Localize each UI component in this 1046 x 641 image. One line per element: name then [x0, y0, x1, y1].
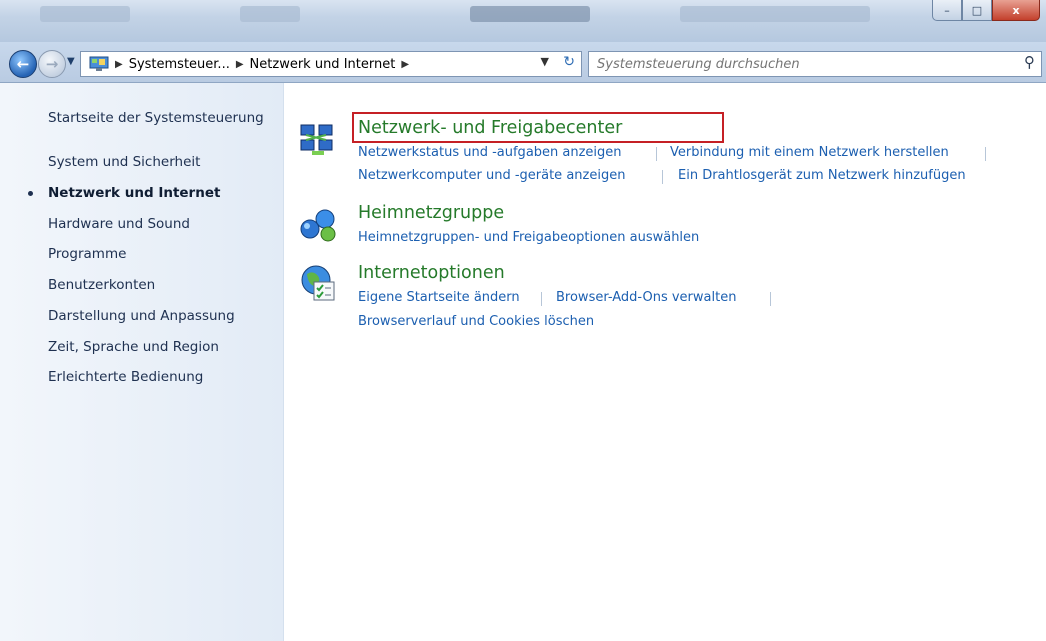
link-browserverlauf-loeschen[interactable]: Browserverlauf und Cookies löschen — [358, 314, 594, 329]
network-center-icon — [300, 124, 333, 155]
active-bullet-icon — [28, 191, 33, 196]
address-bar[interactable]: ▶ Systemsteuer... ▶ Netzwerk und Interne… — [80, 51, 582, 77]
chevron-right-icon[interactable]: ▶ — [401, 59, 409, 70]
blurred-tab — [240, 6, 300, 22]
search-box[interactable]: ⚲ — [588, 51, 1042, 77]
chevron-right-icon[interactable]: ▶ — [236, 59, 244, 70]
chevron-right-icon[interactable]: ▶ — [115, 59, 123, 70]
refresh-icon[interactable]: ↻ — [563, 54, 575, 70]
link-separator — [662, 170, 663, 184]
breadcrumb-item[interactable]: Netzwerk und Internet — [250, 57, 396, 72]
blurred-tab — [680, 6, 870, 22]
forward-arrow-icon: → — [45, 55, 59, 73]
window-controls: – □ x — [932, 0, 1040, 21]
sidebar-item-zeit-sprache[interactable]: Zeit, Sprache und Region — [48, 339, 219, 355]
sidebar-item-erleichterte-bedienung[interactable]: Erleichterte Bedienung — [48, 369, 203, 385]
breadcrumb-item[interactable]: Systemsteuer... — [129, 57, 230, 72]
blurred-tab — [40, 6, 130, 22]
link-netzwerkstatus[interactable]: Netzwerkstatus und -aufgaben anzeigen — [358, 145, 622, 160]
navigation-bar: ← → ▼ ▶ Systemsteuer... ▶ Netzwerk und I… — [0, 42, 1046, 83]
link-heimnetzgruppen-optionen[interactable]: Heimnetzgruppen- und Freigabeoptionen au… — [358, 230, 699, 245]
sidebar-item-label: Netzwerk und Internet — [48, 185, 221, 201]
link-startseite-aendern[interactable]: Eigene Startseite ändern — [358, 290, 520, 305]
blurred-tab — [470, 6, 590, 22]
link-separator — [541, 292, 542, 306]
link-browser-addons[interactable]: Browser-Add-Ons verwalten — [556, 290, 736, 305]
link-separator — [656, 147, 657, 161]
link-drahtlosgeraet[interactable]: Ein Drahtlosgerät zum Netzwerk hinzufüge… — [678, 168, 966, 183]
address-dropdown-icon[interactable]: ▼ — [541, 55, 549, 68]
minimize-button[interactable]: – — [932, 0, 962, 21]
back-button[interactable]: ← — [9, 50, 37, 78]
recent-pages-dropdown-icon[interactable]: ▼ — [67, 56, 75, 67]
category-title-heimnetzgruppe[interactable]: Heimnetzgruppe — [358, 203, 504, 223]
sidebar: Startseite der Systemsteuerung System un… — [0, 83, 284, 641]
category-title-netzwerk-freigabecenter[interactable]: Netzwerk- und Freigabecenter — [358, 118, 622, 138]
category-title-internetoptionen[interactable]: Internetoptionen — [358, 263, 505, 283]
back-arrow-icon: ← — [16, 55, 30, 73]
internet-options-icon — [301, 265, 335, 301]
control-panel-icon — [89, 56, 109, 71]
sidebar-item-hardware-sound[interactable]: Hardware und Sound — [48, 216, 190, 232]
sidebar-item-programme[interactable]: Programme — [48, 246, 126, 262]
maximize-button[interactable]: □ — [962, 0, 992, 21]
link-separator — [770, 292, 771, 306]
sidebar-item-benutzerkonten[interactable]: Benutzerkonten — [48, 277, 155, 293]
sidebar-item-system-sicherheit[interactable]: System und Sicherheit — [48, 154, 200, 170]
window-title-bar: – □ x — [0, 0, 1046, 42]
sidebar-item-startseite[interactable]: Startseite der Systemsteuerung — [48, 110, 264, 126]
link-verbindung-herstellen[interactable]: Verbindung mit einem Netzwerk herstellen — [670, 145, 949, 160]
sidebar-item-darstellung[interactable]: Darstellung und Anpassung — [48, 308, 235, 324]
homegroup-icon — [300, 209, 336, 242]
link-separator — [985, 147, 986, 161]
close-button[interactable]: x — [992, 0, 1040, 21]
forward-button[interactable]: → — [38, 50, 66, 78]
search-input[interactable] — [589, 55, 999, 73]
link-netzwerkcomputer[interactable]: Netzwerkcomputer und -geräte anzeigen — [358, 168, 625, 183]
sidebar-item-netzwerk-internet[interactable]: Netzwerk und Internet — [28, 185, 221, 201]
search-icon[interactable]: ⚲ — [1024, 53, 1035, 71]
main-content: Netzwerk- und Freigabecenter Netzwerksta… — [284, 83, 1046, 641]
